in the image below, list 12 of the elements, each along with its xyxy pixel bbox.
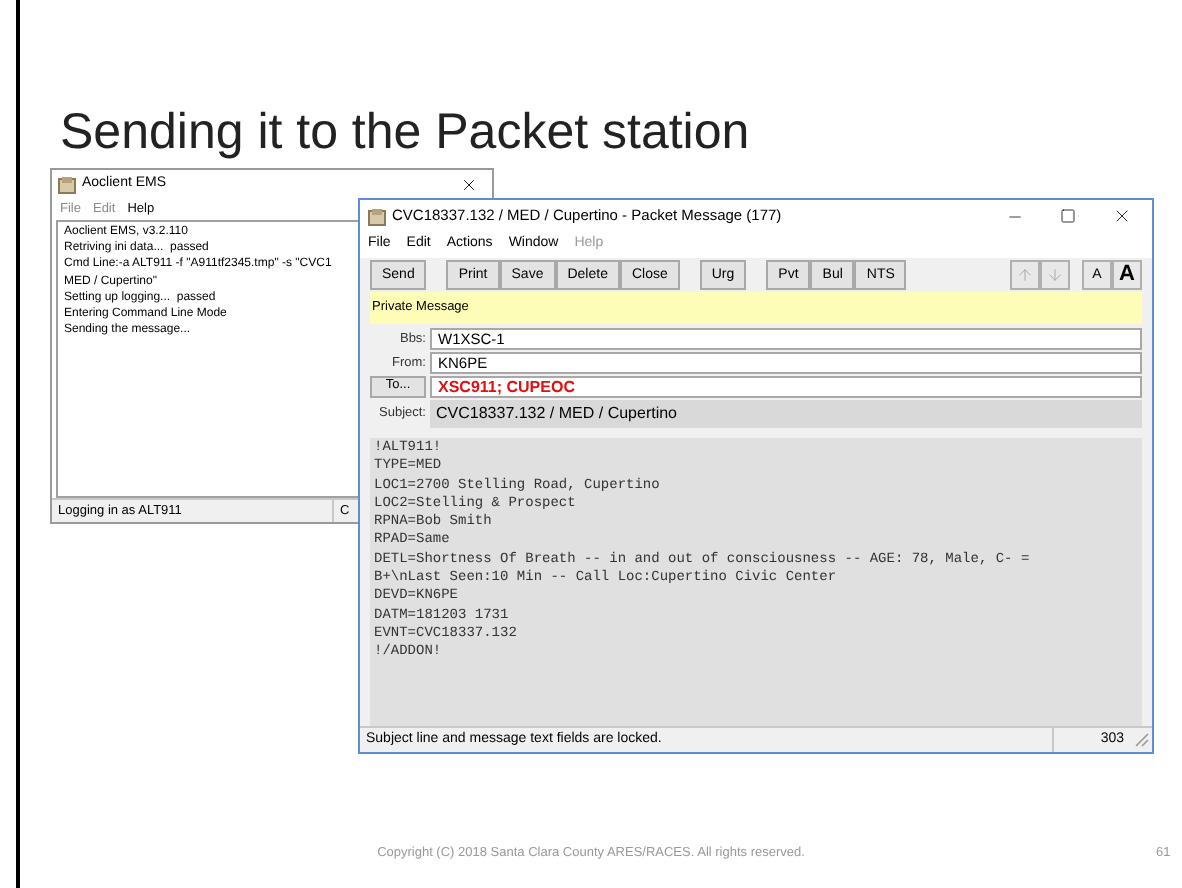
close-icon[interactable] xyxy=(460,175,478,193)
maximize-icon[interactable] xyxy=(1060,208,1076,224)
field-value: CVC18337.132 / MED / Cupertino xyxy=(430,400,1142,428)
app-icon xyxy=(368,207,386,225)
font-size-button[interactable]: A xyxy=(1112,260,1142,290)
down-arrow-icon xyxy=(1046,266,1064,284)
up-arrow-icon xyxy=(1016,266,1034,284)
resize-grip-icon[interactable] xyxy=(1134,732,1150,748)
slide-title: Sending it to the Packet station xyxy=(60,102,750,164)
app-icon xyxy=(58,175,76,193)
field-value[interactable]: XSC911; CUPEOC xyxy=(430,376,1142,398)
close-icon[interactable] xyxy=(1112,206,1132,226)
